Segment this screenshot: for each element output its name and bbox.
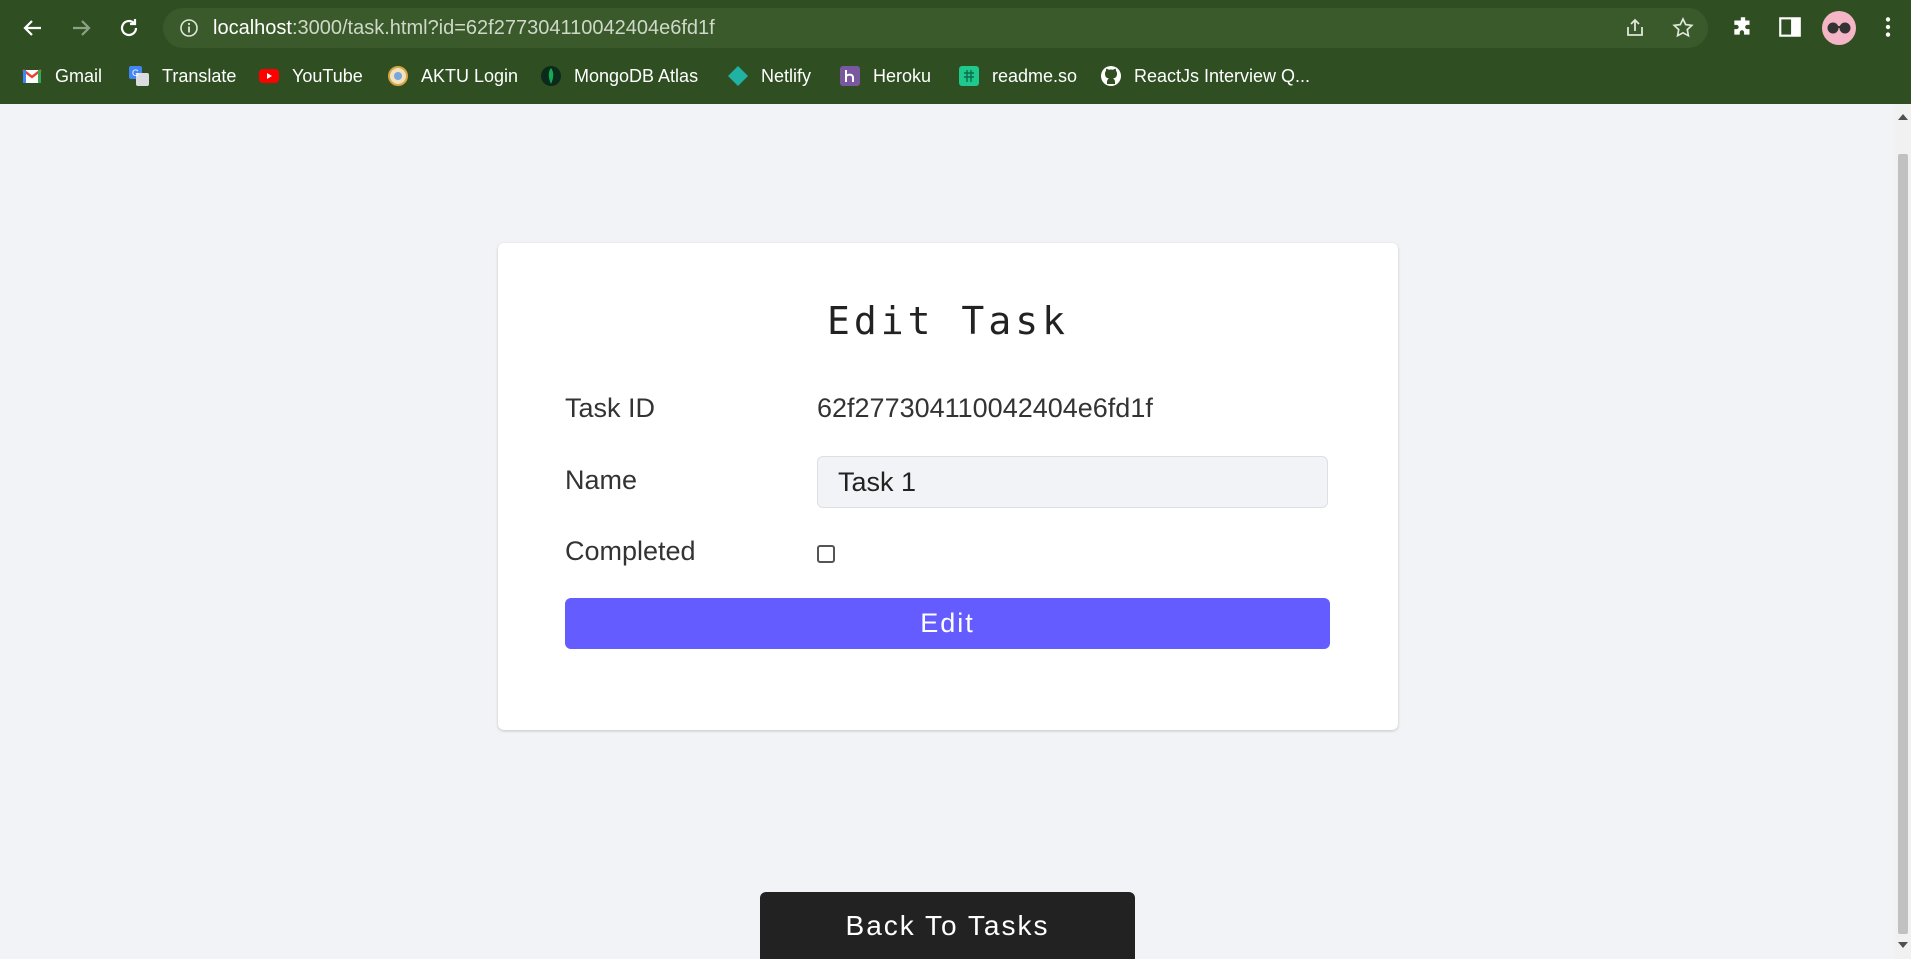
reload-icon (120, 19, 138, 37)
bookmark-reactjs[interactable]: ReactJs Interview Q... (1100, 62, 1310, 90)
bookmark-label: Netlify (761, 65, 812, 86)
netlify-icon (728, 66, 748, 86)
menu-kebab-icon[interactable] (1875, 14, 1901, 40)
browser-toolbar: localhost:3000/task.html?id=62f277304110… (0, 0, 1911, 55)
bookmark-heroku[interactable]: Heroku (839, 62, 931, 90)
bookmark-label: MongoDB Atlas (574, 65, 699, 86)
scrollbar-thumb[interactable] (1898, 154, 1908, 934)
url-host: localhost (213, 17, 292, 39)
back-nav-button[interactable] (15, 10, 51, 46)
completed-checkbox[interactable] (817, 545, 835, 563)
bookmark-label: AKTU Login (421, 65, 519, 86)
bookmark-gmail[interactable]: Gmail (21, 62, 102, 90)
svg-text:G: G (132, 68, 139, 78)
browser-chrome: localhost:3000/task.html?id=62f277304110… (0, 0, 1911, 104)
mongodb-icon (541, 66, 561, 86)
youtube-icon (259, 69, 279, 83)
reload-button[interactable] (111, 10, 147, 46)
bookmark-aktu[interactable]: AKTU Login (387, 62, 518, 90)
info-icon (180, 19, 198, 37)
name-label: Name (565, 465, 638, 495)
bookmark-label: YouTube (292, 65, 363, 86)
bookmarks-bar: Gmail G Translate YouTube AKTU Login Mon… (0, 57, 1911, 95)
forward-nav-button[interactable] (63, 10, 99, 46)
task-id-value: 62f277304110042404e6fd1f (817, 393, 1153, 423)
sunglasses-icon (1827, 22, 1851, 34)
arrow-right-icon (73, 20, 91, 36)
bookmark-label: Heroku (873, 65, 932, 86)
bookmark-mongodb[interactable]: MongoDB Atlas (540, 62, 698, 90)
back-to-tasks-button[interactable]: Back To Tasks (760, 892, 1135, 959)
star-icon[interactable] (1671, 16, 1695, 40)
scroll-up-arrow-icon[interactable] (1898, 114, 1908, 120)
task-name-input[interactable] (817, 456, 1328, 508)
bookmark-netlify[interactable]: Netlify (727, 62, 811, 90)
bookmark-translate[interactable]: G Translate (128, 62, 236, 90)
address-bar[interactable]: localhost:3000/task.html?id=62f277304110… (163, 8, 1708, 48)
edit-task-card: Edit Task Task ID 62f277304110042404e6fd… (498, 243, 1398, 730)
translate-icon: G (129, 66, 149, 86)
bookmark-label: readme.so (992, 65, 1078, 86)
side-panel-icon[interactable] (1777, 14, 1803, 40)
bookmark-label: ReactJs Interview Q... (1134, 65, 1311, 86)
address-url: localhost:3000/task.html?id=62f277304110… (213, 17, 715, 40)
bookmark-youtube[interactable]: YouTube (258, 62, 363, 90)
share-icon[interactable] (1623, 16, 1647, 40)
readme-icon (959, 66, 979, 86)
github-icon (1101, 66, 1121, 86)
scroll-down-arrow-icon[interactable] (1898, 942, 1908, 948)
extensions-icon[interactable] (1730, 14, 1756, 40)
arrow-left-icon (23, 20, 41, 36)
bookmark-readme[interactable]: readme.so (958, 62, 1077, 90)
edit-button[interactable]: Edit (565, 598, 1330, 649)
completed-label: Completed (565, 536, 696, 566)
bookmark-label: Gmail (55, 65, 103, 86)
heroku-icon (840, 66, 860, 86)
gmail-icon (22, 69, 42, 83)
aktu-icon (388, 66, 408, 86)
profile-avatar[interactable] (1822, 11, 1856, 45)
task-id-label: Task ID (565, 393, 656, 423)
url-path: :3000/task.html?id=62f277304110042404e6f… (291, 17, 715, 39)
card-title: Edit Task (827, 299, 1069, 343)
page-scrollbar[interactable] (1895, 104, 1911, 959)
bookmark-label: Translate (162, 65, 237, 86)
